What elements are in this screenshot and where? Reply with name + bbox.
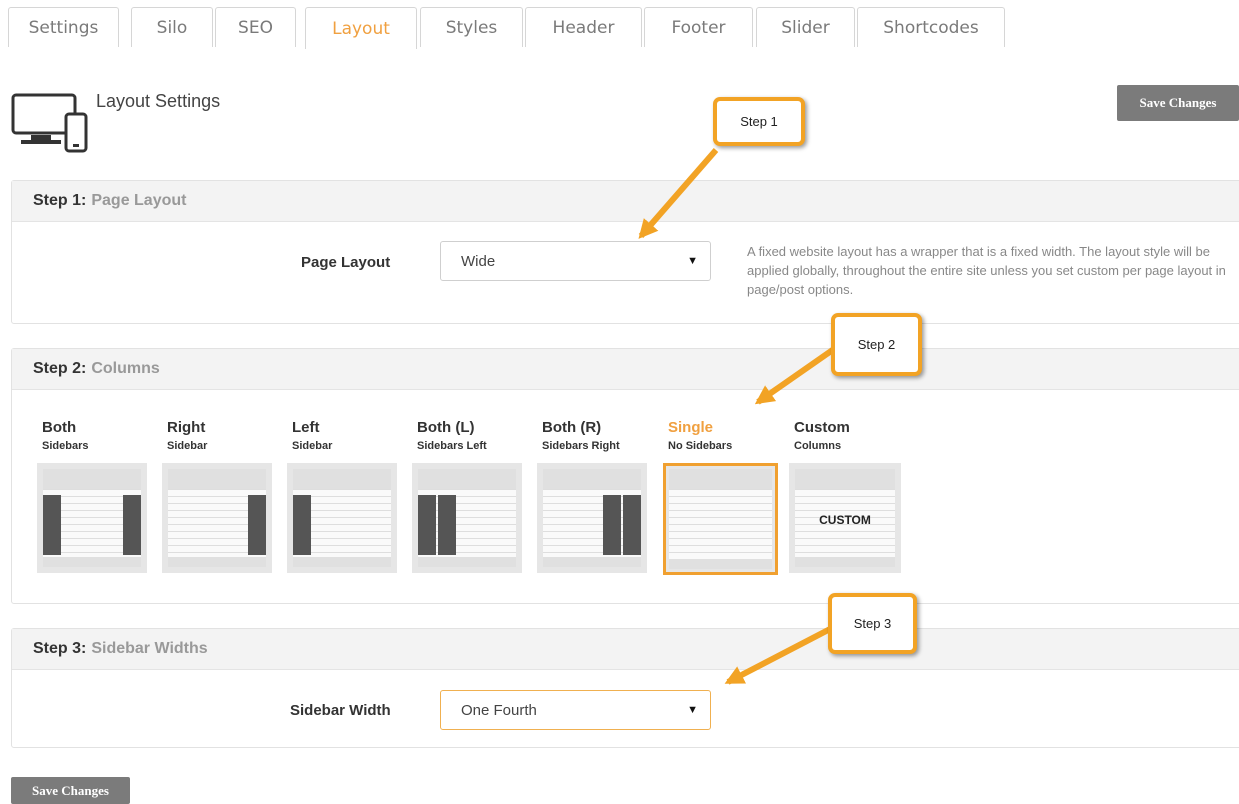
column-option-title: Both (L) <box>417 419 475 436</box>
tab-styles[interactable]: Styles <box>420 7 523 47</box>
layout-left-sidebar-icon[interactable] <box>287 463 397 573</box>
caret-down-icon: ▼ <box>687 704 698 716</box>
column-option-left[interactable]: Left Sidebar <box>287 419 397 573</box>
layout-custom-icon[interactable]: CUSTOM <box>789 463 901 573</box>
step-title: Columns <box>91 360 160 377</box>
step-title: Sidebar Widths <box>91 640 208 657</box>
column-option-title: Both <box>42 419 77 436</box>
panel-header: Step 1: Page Layout <box>12 181 1239 222</box>
tab-shortcodes[interactable]: Shortcodes <box>857 7 1005 47</box>
tab-layout[interactable]: Layout <box>305 7 417 49</box>
column-option-subtitle: Columns <box>794 440 842 452</box>
column-option-subtitle: Sidebar <box>167 440 208 452</box>
callout-step2: Step 2 <box>831 313 922 376</box>
column-option-both-right[interactable]: Both (R) Sidebars Right <box>537 419 647 573</box>
layout-both-left-icon[interactable] <box>412 463 522 573</box>
panel-page-layout: Step 1: Page Layout Page Layout Wide ▼ A… <box>11 180 1239 324</box>
tab-settings[interactable]: Settings <box>8 7 119 47</box>
column-option-right[interactable]: Right Sidebar <box>162 419 272 573</box>
column-option-subtitle: Sidebars Right <box>542 440 620 452</box>
panel-header: Step 3: Sidebar Widths <box>12 629 1239 670</box>
panel-header: Step 2: Columns <box>12 349 1239 390</box>
step-title: Page Layout <box>91 192 187 209</box>
callout-step1: Step 1 <box>713 97 805 146</box>
page-layout-help: A fixed website layout has a wrapper tha… <box>747 244 1226 297</box>
step-number: Step 1: <box>33 192 87 209</box>
step-number: Step 3: <box>33 640 87 657</box>
caret-down-icon: ▼ <box>687 255 698 267</box>
sidebar-width-value: One Fourth <box>461 701 537 719</box>
column-option-title: Single <box>668 419 714 436</box>
column-option-title: Both (R) <box>542 419 602 436</box>
tab-silo[interactable]: Silo <box>131 7 213 47</box>
column-option-title: Right <box>167 419 206 436</box>
column-option-subtitle: Sidebars <box>42 440 89 452</box>
layout-both-right-icon[interactable] <box>537 463 647 573</box>
sidebar-width-label: Sidebar Width <box>290 702 391 719</box>
column-option-subtitle: No Sidebars <box>668 440 733 452</box>
save-changes-button-bottom[interactable]: Save Changes <box>11 777 130 804</box>
page-layout-select[interactable]: Wide ▼ <box>440 241 711 281</box>
column-option-both-left[interactable]: Both (L) Sidebars Left <box>412 419 522 573</box>
tab-slider[interactable]: Slider <box>756 7 855 47</box>
tab-footer[interactable]: Footer <box>644 7 753 47</box>
column-option-custom[interactable]: Custom Columns CUSTOM <box>789 419 901 573</box>
tab-seo[interactable]: SEO <box>215 7 296 47</box>
panel-columns: Step 2: Columns Both Sidebars Right Side… <box>11 348 1239 604</box>
column-option-both[interactable]: Both Sidebars <box>37 419 147 573</box>
sidebar-width-select[interactable]: One Fourth ▼ <box>440 690 711 730</box>
layout-both-sidebars-icon[interactable] <box>37 463 147 573</box>
page-layout-label: Page Layout <box>301 254 391 271</box>
layout-single-icon[interactable] <box>663 463 778 575</box>
tab-header[interactable]: Header <box>525 7 642 47</box>
save-changes-button-top[interactable]: Save Changes <box>1117 85 1239 121</box>
column-option-subtitle: Sidebar <box>292 440 333 452</box>
page-layout-value: Wide <box>461 252 496 270</box>
page-title: Layout Settings <box>96 91 221 111</box>
column-option-title: Custom <box>794 419 850 436</box>
column-option-title: Left <box>292 419 320 436</box>
step-number: Step 2: <box>33 360 87 377</box>
column-option-subtitle: Sidebars Left <box>417 440 487 452</box>
layout-right-sidebar-icon[interactable] <box>162 463 272 573</box>
custom-thumb-label: CUSTOM <box>819 513 871 527</box>
column-option-single[interactable]: Single No Sidebars <box>663 419 778 575</box>
panel-sidebar-widths: Step 3: Sidebar Widths Sidebar Width One… <box>11 628 1239 748</box>
callout-step3: Step 3 <box>828 593 917 654</box>
monitor-mobile-icon <box>11 93 88 153</box>
